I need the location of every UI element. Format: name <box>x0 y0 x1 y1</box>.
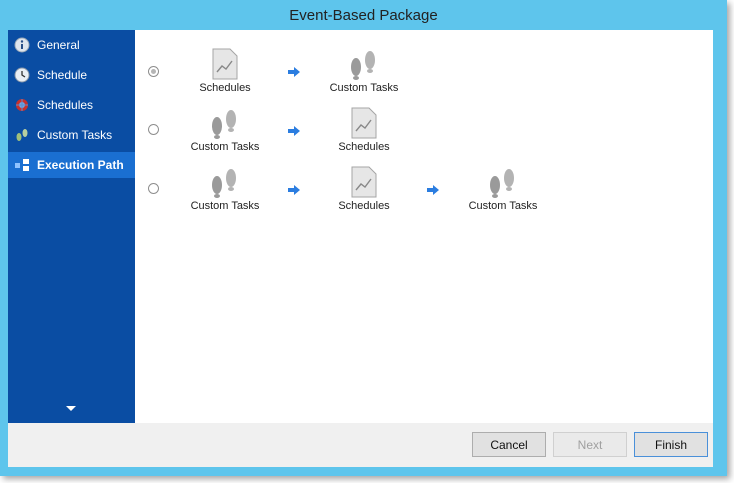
schedule-document-icon <box>314 166 414 198</box>
execution-path-icon <box>14 157 30 173</box>
footprints-icon <box>175 107 275 139</box>
window-title: Event-Based Package <box>289 6 438 24</box>
footprints-icon <box>314 48 414 80</box>
cancel-button[interactable]: Cancel <box>472 432 546 457</box>
sidebar-item-label: Custom Tasks <box>37 128 113 142</box>
info-icon <box>14 37 30 53</box>
step-label: Schedules <box>199 82 251 94</box>
finish-button[interactable]: Finish <box>634 432 708 457</box>
arrow-right-icon <box>288 185 300 195</box>
next-button[interactable]: Next <box>553 432 627 457</box>
schedule-document-icon <box>175 48 275 80</box>
sidebar-item-schedule[interactable]: Schedule <box>8 62 135 88</box>
path-option-1-radio[interactable] <box>148 66 159 77</box>
arrow-right-icon <box>288 67 300 77</box>
step-label: Custom Tasks <box>468 200 538 212</box>
sidebar-item-custom-tasks[interactable]: Custom Tasks <box>8 122 135 148</box>
step-label: Custom Tasks <box>329 82 399 94</box>
path1-step1: Schedules <box>175 48 275 94</box>
path3-step1: Custom Tasks <box>175 166 275 212</box>
arrow-right-icon <box>288 126 300 136</box>
schedule-document-icon <box>314 107 414 139</box>
sidebar-item-schedules[interactable]: Schedules <box>8 92 135 118</box>
path2-step1: Custom Tasks <box>175 107 275 153</box>
execution-path-panel: Schedules Custom Tasks Custom Tasks Sche… <box>135 30 713 423</box>
step-label: Custom Tasks <box>190 141 260 153</box>
step-label: Schedules <box>338 200 390 212</box>
path-option-3-radio[interactable] <box>148 183 159 194</box>
step-label: Schedules <box>338 141 390 153</box>
path-option-2-radio[interactable] <box>148 124 159 135</box>
step-label: Custom Tasks <box>190 200 260 212</box>
arrow-right-icon <box>427 185 439 195</box>
schedules-icon <box>14 97 30 113</box>
path3-step3: Custom Tasks <box>453 166 553 212</box>
wizard-window: Event-Based Package General Schedule Sch… <box>0 0 727 476</box>
sidebar-item-execution-path[interactable]: Execution Path <box>8 152 135 178</box>
footprints-icon <box>453 166 553 198</box>
path1-step2: Custom Tasks <box>314 48 414 94</box>
custom-tasks-icon <box>14 127 30 143</box>
sidebar-item-label: Schedules <box>37 98 94 112</box>
scroll-down-icon[interactable] <box>66 406 76 411</box>
title-bar: Event-Based Package <box>0 0 727 30</box>
sidebar-item-label: Schedule <box>37 68 88 82</box>
sidebar-item-label: General <box>37 38 80 52</box>
path3-step2: Schedules <box>314 166 414 212</box>
path2-step2: Schedules <box>314 107 414 153</box>
sidebar-item-label: Execution Path <box>37 158 124 172</box>
clock-icon <box>14 67 30 83</box>
button-bar: Cancel Next Finish <box>8 423 713 467</box>
footprints-icon <box>175 166 275 198</box>
sidebar-item-general[interactable]: General <box>8 32 135 58</box>
sidebar: General Schedule Schedules Custom Tasks … <box>8 30 135 423</box>
